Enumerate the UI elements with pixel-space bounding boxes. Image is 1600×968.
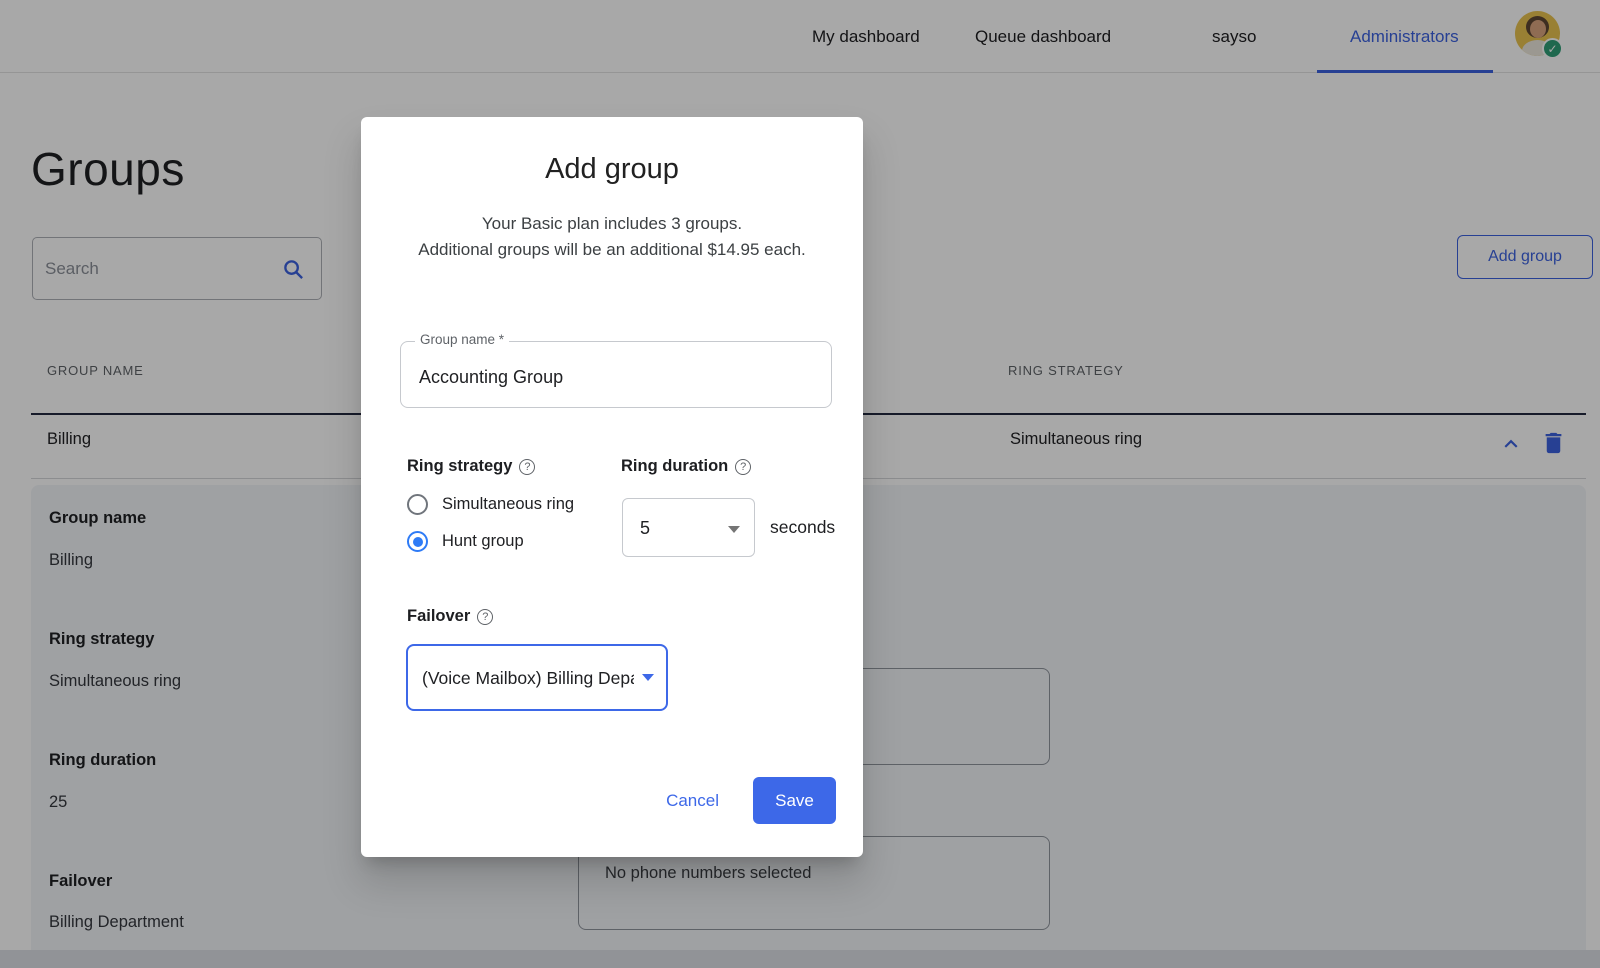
radio-simultaneous-ring[interactable]: Simultaneous ring <box>407 494 574 515</box>
modal-subtitle: Your Basic plan includes 3 groups. Addit… <box>361 211 863 263</box>
ring-duration-label-text: Ring duration <box>621 457 728 476</box>
radio-label-simultaneous-ring[interactable]: Simultaneous ring <box>442 495 574 514</box>
ring-duration-value: 5 <box>640 499 650 558</box>
modal-actions: Cancel Save <box>666 777 836 824</box>
cancel-button[interactable]: Cancel <box>666 791 719 811</box>
group-name-field: Group name * <box>400 341 832 408</box>
failover-help-icon[interactable]: ? <box>477 609 493 625</box>
app-window: My dashboard Queue dashboard sayso Admin… <box>0 0 1600 968</box>
ring-strategy-label-text: Ring strategy <box>407 457 512 476</box>
dropdown-caret-icon <box>642 674 654 681</box>
ring-strategy-help-icon[interactable]: ? <box>519 459 535 475</box>
failover-label-text: Failover <box>407 607 470 626</box>
modal-subtitle-line2: Additional groups will be an additional … <box>361 237 863 263</box>
ring-duration-unit: seconds <box>770 498 835 557</box>
add-group-modal: Add group Your Basic plan includes 3 gro… <box>361 117 863 857</box>
radio-circle-unselected[interactable] <box>407 494 428 515</box>
ring-duration-select[interactable]: 5 <box>622 498 755 557</box>
radio-circle-selected[interactable] <box>407 531 428 552</box>
failover-label: Failover ? <box>407 607 493 626</box>
failover-value: (Voice Mailbox) Billing Depa <box>422 646 634 710</box>
ring-strategy-label: Ring strategy ? <box>407 457 535 476</box>
modal-title: Add group <box>361 153 863 186</box>
modal-subtitle-line1: Your Basic plan includes 3 groups. <box>361 211 863 237</box>
ring-duration-label: Ring duration ? <box>621 457 751 476</box>
radio-hunt-group[interactable]: Hunt group <box>407 531 524 552</box>
dropdown-caret-icon <box>728 526 740 533</box>
save-button[interactable]: Save <box>753 777 836 824</box>
failover-select[interactable]: (Voice Mailbox) Billing Depa <box>406 644 668 711</box>
ring-duration-help-icon[interactable]: ? <box>735 459 751 475</box>
radio-label-hunt-group[interactable]: Hunt group <box>442 532 524 551</box>
group-name-input[interactable] <box>401 342 831 407</box>
